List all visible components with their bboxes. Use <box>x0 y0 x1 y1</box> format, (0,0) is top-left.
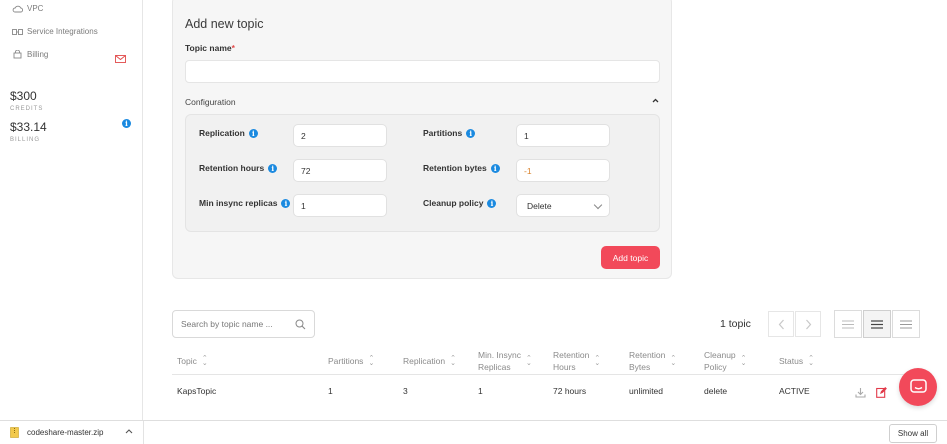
cell-replication: 3 <box>403 386 408 396</box>
sidebar-item-label: VPC <box>27 4 44 13</box>
min-insync-replicas-input[interactable]: 1 <box>293 194 387 217</box>
column-header-topic[interactable]: Topic ⌃ ⌄ <box>177 355 208 367</box>
billing-amount: $33.14 <box>10 120 47 134</box>
chevron-right-icon <box>805 319 811 329</box>
credits-amount: $300 <box>10 89 37 103</box>
column-header-status[interactable]: Status ⌃ ⌄ <box>779 355 814 367</box>
billing-label: BILLING <box>10 137 41 143</box>
cleanup-policy-select[interactable]: Delete <box>516 194 610 217</box>
sort-icon: ⌃ ⌄ <box>450 355 456 367</box>
min-insync-replicas-label: Min insync replicas i <box>199 198 291 208</box>
topic-count: 1 topic <box>720 318 751 330</box>
sort-icon: ⌃ ⌄ <box>808 355 814 367</box>
cell-min-insync-replicas: 1 <box>478 386 483 396</box>
sort-icon: ⌃ ⌄ <box>670 355 677 367</box>
collapse-caret-icon[interactable] <box>652 96 659 105</box>
configuration-box: Replication i 2 Partitions i 1 Retention h… <box>185 114 660 232</box>
retention-hours-input[interactable]: 72 <box>293 159 387 182</box>
compact-view-button[interactable] <box>834 310 862 338</box>
add-topic-button[interactable]: Add topic <box>601 246 660 269</box>
replication-input[interactable]: 2 <box>293 124 387 147</box>
column-header-retention-hours[interactable]: Retention Hours ⌃ ⌄ <box>553 349 600 373</box>
column-header-partitions[interactable]: Partitions ⌃ ⌄ <box>328 355 374 367</box>
sort-icon: ⌃ ⌄ <box>201 355 208 367</box>
retention-hours-label: Retention hours i <box>199 163 278 173</box>
download-icon[interactable] <box>855 385 866 403</box>
info-icon[interactable]: i <box>281 198 291 208</box>
sidebar-item-billing[interactable]: Billing <box>12 50 48 59</box>
cleanup-policy-label: Cleanup policy i <box>423 198 497 208</box>
configuration-label[interactable]: Configuration <box>185 97 236 107</box>
show-all-button[interactable]: Show all <box>889 424 937 443</box>
edit-icon[interactable] <box>876 385 887 403</box>
cell-status: ACTIVE <box>779 386 810 396</box>
search-placeholder: Search by topic name ... <box>181 319 273 329</box>
info-icon[interactable]: i <box>248 128 258 138</box>
sort-icon: ⌃ ⌄ <box>526 355 532 367</box>
search-icon <box>295 319 306 332</box>
sidebar-item-label: Service Integrations <box>27 27 98 36</box>
download-divider <box>143 421 144 444</box>
topic-name-input[interactable] <box>185 60 660 83</box>
chevron-left-icon <box>778 319 784 329</box>
cell-cleanup-policy: delete <box>704 386 728 396</box>
partitions-label: Partitions i <box>423 128 476 138</box>
expanded-view-button[interactable] <box>892 310 920 338</box>
info-icon[interactable]: i <box>466 128 476 138</box>
chevron-down-icon <box>593 200 603 210</box>
cloud-icon <box>12 4 23 13</box>
retention-bytes-label: Retention bytes i <box>423 163 500 173</box>
table-header-divider <box>172 374 920 375</box>
cell-retention-bytes: unlimited <box>629 386 664 396</box>
chat-icon <box>909 379 927 393</box>
cleanup-policy-value: Delete <box>527 200 552 211</box>
list-icon <box>871 319 883 329</box>
prev-page-button[interactable] <box>768 311 794 337</box>
zip-file-icon <box>10 427 19 438</box>
retention-bytes-input[interactable]: -1 <box>516 159 610 182</box>
default-view-button[interactable] <box>863 310 891 338</box>
next-page-button[interactable] <box>795 311 821 337</box>
panel-title: Add new topic <box>185 17 264 31</box>
sort-icon: ⌃ ⌄ <box>368 355 375 367</box>
partitions-input[interactable]: 1 <box>516 124 610 147</box>
column-header-cleanup-policy[interactable]: Cleanup Policy ⌃ ⌄ <box>704 349 747 373</box>
sort-icon: ⌃ ⌄ <box>740 355 747 367</box>
info-icon[interactable]: i <box>487 198 497 208</box>
add-topic-panel: Add new topic Topic name* Configuration … <box>172 0 672 279</box>
sort-icon: ⌃ ⌄ <box>594 355 601 367</box>
billing-icon <box>12 50 23 59</box>
list-expanded-icon <box>900 320 912 328</box>
sidebar-item-vpc[interactable]: VPC <box>12 4 43 13</box>
download-item[interactable]: codeshare-master.zip <box>10 427 103 438</box>
cell-retention-hours: 72 hours <box>553 386 587 396</box>
sidebar-item-label: Billing <box>27 50 49 59</box>
sidebar-item-service-integrations[interactable]: Service Integrations <box>12 27 98 36</box>
cell-partitions: 1 <box>328 386 333 396</box>
column-header-min-insync-replicas[interactable]: Min. Insync Replicas ⌃ ⌄ <box>478 349 532 373</box>
column-header-retention-bytes[interactable]: Retention Bytes ⌃ ⌄ <box>629 349 676 373</box>
cell-topic[interactable]: KapsTopic <box>177 386 216 396</box>
download-file-name: codeshare-master.zip <box>27 428 104 437</box>
chat-launcher-button[interactable] <box>899 368 937 406</box>
column-header-replication[interactable]: Replication ⌃ ⌄ <box>403 355 456 367</box>
search-input[interactable]: Search by topic name ... <box>172 310 315 338</box>
list-compact-icon <box>842 320 854 328</box>
credits-label: CREDITS <box>10 106 44 112</box>
replication-label: Replication i <box>199 128 258 138</box>
download-bar: codeshare-master.zip Show all <box>0 420 947 444</box>
chevron-up-icon[interactable] <box>125 426 133 436</box>
info-icon[interactable]: i <box>268 163 278 173</box>
topic-name-label: Topic name* <box>185 43 235 53</box>
billing-info-icon[interactable]: i <box>122 119 131 128</box>
row-actions <box>855 385 887 403</box>
integration-icon <box>12 27 23 36</box>
info-icon[interactable]: i <box>490 163 500 173</box>
mail-icon[interactable] <box>115 50 126 68</box>
sidebar: VPC Service Integrations Billing $300 CR… <box>0 0 143 420</box>
